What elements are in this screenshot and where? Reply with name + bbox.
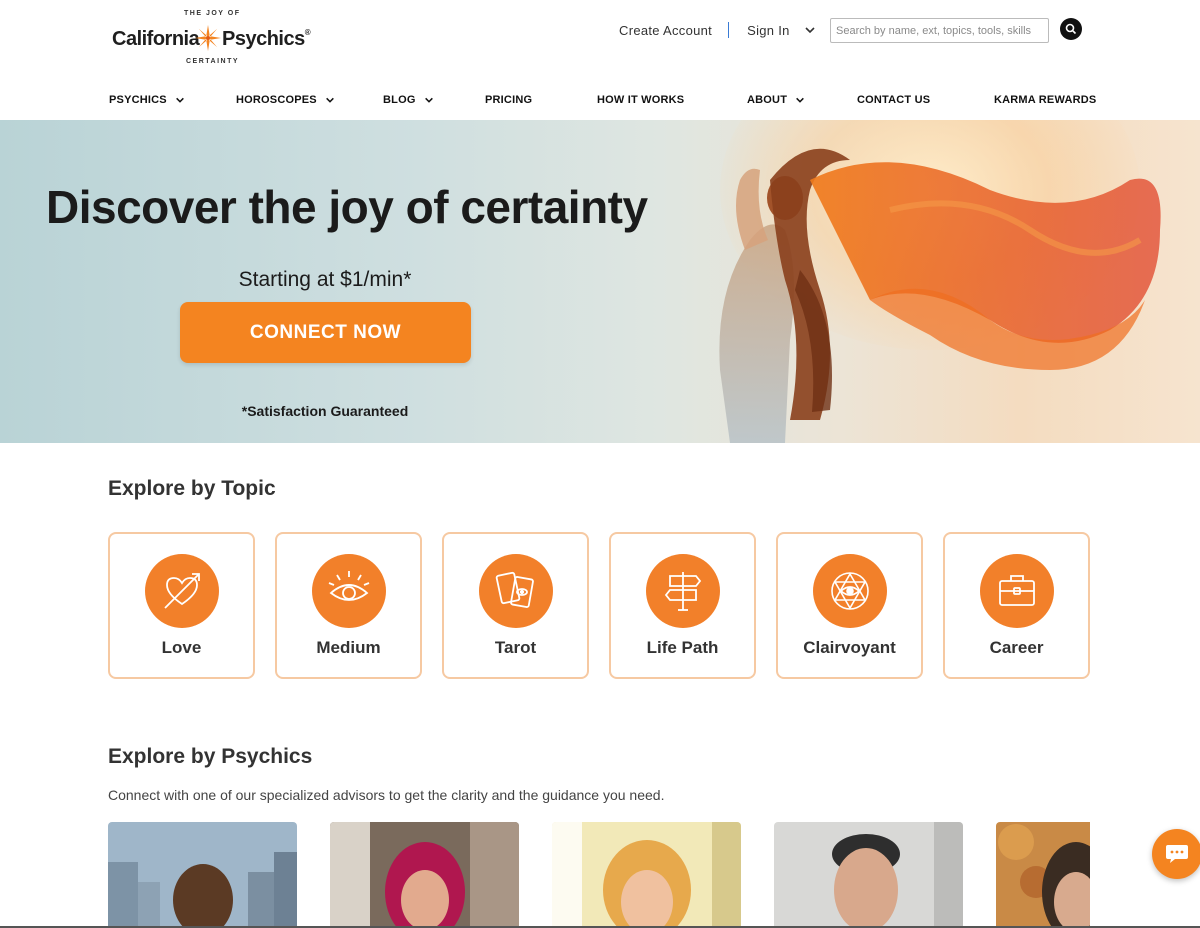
psychic-photo	[996, 822, 1090, 928]
logo-name-left: California	[112, 28, 200, 50]
chat-button[interactable]	[1152, 829, 1200, 879]
signpost-icon	[646, 554, 720, 628]
topics-heading: Explore by Topic	[108, 477, 276, 500]
nav-label: HOROSCOPES	[236, 94, 317, 106]
topic-label: Medium	[316, 638, 381, 657]
topic-card-medium[interactable]: Medium	[275, 532, 422, 679]
link-divider	[728, 22, 730, 38]
heart-arrow-icon	[145, 554, 219, 628]
search-icon	[1065, 23, 1077, 35]
nav-label: ABOUT	[747, 94, 788, 106]
topic-card-clairvoyant[interactable]: Clairvoyant	[776, 532, 923, 679]
psychic-photo	[108, 822, 297, 928]
psychic-photo	[552, 822, 741, 928]
chevron-down-icon	[175, 97, 184, 103]
sign-in-label: Sign In	[747, 22, 790, 38]
search-button[interactable]	[1060, 18, 1082, 40]
topic-label: Life Path	[646, 638, 719, 657]
all-seeing-eye-icon	[813, 554, 887, 628]
psychic-card[interactable]	[774, 822, 963, 928]
account-links: Create Account Sign In	[619, 22, 816, 38]
topic-grid: Love Medium Tarot Life Path Clairvoyant …	[108, 532, 1090, 679]
site-header: THE JOY OF California Psychics® CERTAINT…	[0, 0, 1200, 120]
psychic-card[interactable]	[108, 822, 297, 928]
brand-logo[interactable]: THE JOY OF California Psychics® CERTAINT…	[112, 10, 311, 70]
topic-label: Career	[989, 638, 1044, 657]
logo-tagline-bottom: CERTAINTY	[186, 58, 240, 65]
nav-label: HOW IT WORKS	[597, 94, 685, 106]
nav-pricing[interactable]: PRICING	[485, 94, 532, 106]
psychic-photo	[330, 822, 519, 928]
eye-icon	[312, 554, 386, 628]
briefcase-icon	[980, 554, 1054, 628]
nav-label: KARMA REWARDS	[994, 94, 1097, 106]
psychic-card[interactable]	[552, 822, 741, 928]
logo-name-right: Psychics®	[222, 28, 311, 50]
psychic-card[interactable]	[996, 822, 1090, 928]
sunburst-icon	[195, 25, 221, 51]
topic-card-love[interactable]: Love	[108, 532, 255, 679]
chevron-down-icon	[325, 97, 334, 103]
psychics-heading: Explore by Psychics	[108, 745, 313, 768]
nav-label: PRICING	[485, 94, 533, 106]
topic-label: Clairvoyant	[803, 638, 896, 657]
nav-about[interactable]: ABOUT	[747, 94, 805, 106]
chevron-down-icon	[805, 27, 815, 34]
hero-title: Discover the joy of certainty	[46, 181, 648, 233]
create-account-link[interactable]: Create Account	[619, 23, 712, 38]
psychic-carousel	[108, 822, 1090, 928]
main-nav: PSYCHICS HOROSCOPES BLOG PRICING HOW IT …	[0, 92, 1200, 110]
nav-label: BLOG	[383, 94, 416, 106]
nav-psychics[interactable]: PSYCHICS	[109, 94, 185, 106]
nav-horoscopes[interactable]: HOROSCOPES	[236, 94, 335, 106]
topic-label: Tarot	[494, 638, 537, 657]
topic-card-tarot[interactable]: Tarot	[442, 532, 589, 679]
chevron-down-icon	[424, 97, 433, 103]
psychic-photo	[774, 822, 963, 928]
connect-now-button[interactable]: CONNECT NOW	[180, 302, 471, 363]
nav-label: PSYCHICS	[109, 94, 167, 106]
satisfaction-note: *Satisfaction Guaranteed	[241, 403, 409, 419]
nav-contact-us[interactable]: CONTACT US	[857, 94, 930, 106]
chat-bubble-icon	[1166, 845, 1188, 863]
search-input[interactable]	[830, 18, 1049, 43]
topic-label: Love	[161, 638, 202, 657]
chevron-down-icon	[796, 97, 804, 103]
tarot-cards-icon	[479, 554, 553, 628]
psychics-subtitle: Connect with one of our specialized advi…	[108, 787, 665, 803]
topic-card-life-path[interactable]: Life Path	[609, 532, 756, 679]
logo-tagline-top: THE JOY OF	[184, 10, 241, 17]
hero-subtitle: Starting at $1/min*	[238, 268, 412, 291]
hero-woman-scarf-image	[719, 148, 1161, 443]
nav-blog[interactable]: BLOG	[383, 94, 434, 106]
psychic-card[interactable]	[330, 822, 519, 928]
topic-card-career[interactable]: Career	[943, 532, 1090, 679]
nav-label: CONTACT US	[857, 94, 931, 106]
nav-karma-rewards[interactable]: KARMA REWARDS	[994, 94, 1096, 106]
sign-in-link[interactable]: Sign In	[747, 23, 816, 38]
hero-banner: Discover the joy of certainty Starting a…	[0, 120, 1200, 443]
nav-how-it-works[interactable]: HOW IT WORKS	[597, 94, 684, 106]
